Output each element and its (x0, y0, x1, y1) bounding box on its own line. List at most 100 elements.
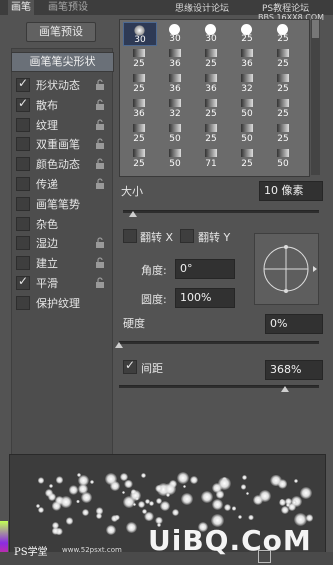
option-checkbox[interactable] (16, 216, 30, 231)
option-checkbox[interactable] (16, 117, 30, 132)
preview-dot (49, 483, 54, 488)
brush-tip-cell[interactable]: 36 (231, 47, 263, 69)
brush-option-item[interactable]: 形状动态 (16, 76, 110, 94)
brush-option-item[interactable]: 颜色动态 (16, 155, 110, 173)
grid-icon[interactable] (258, 550, 271, 563)
brush-grid-scrollbar[interactable] (311, 19, 320, 175)
flip-y-checkbox[interactable] (180, 229, 194, 243)
brush-tip-cell[interactable]: 25 (195, 97, 227, 119)
option-checkbox[interactable] (16, 137, 30, 152)
brush-tip-cell[interactable]: 25 (231, 22, 263, 44)
brush-size-label: 25 (205, 109, 217, 119)
hardness-field[interactable]: 0% (265, 314, 323, 334)
option-checkbox[interactable] (16, 177, 30, 191)
angle-roundness-widget[interactable] (254, 233, 319, 305)
lock-icon[interactable] (95, 79, 105, 90)
brush-tip-cell[interactable]: 36 (195, 72, 227, 94)
lock-icon[interactable] (95, 237, 105, 249)
brush-option-item[interactable]: 传递 (16, 175, 110, 193)
brush-tip-cell[interactable]: 30 (159, 22, 191, 44)
lock-icon[interactable] (95, 178, 105, 189)
angle-field[interactable]: 0° (175, 259, 235, 279)
brush-option-item[interactable]: 保护纹理 (16, 294, 110, 312)
lock-icon[interactable] (95, 99, 105, 110)
lock-icon[interactable] (95, 138, 105, 150)
brush-option-item[interactable]: 湿边 (16, 234, 110, 252)
brush-option-item[interactable]: 平滑 (16, 274, 110, 292)
brush-tip-cell[interactable]: 50 (159, 122, 191, 144)
preview-dot (237, 514, 242, 519)
brush-option-item[interactable]: 杂色 (16, 215, 110, 233)
brush-tip-cell[interactable]: 50 (231, 122, 263, 144)
lock-icon[interactable] (95, 119, 105, 130)
brush-tip-cell[interactable]: 25 (267, 97, 299, 119)
brush-size-label: 25 (241, 34, 253, 44)
preview-dot (215, 489, 225, 499)
preview-dot (55, 476, 64, 484)
brush-option-item[interactable]: 建立 (16, 254, 110, 272)
brush-tip-cell[interactable]: 30 (195, 22, 227, 44)
roundness-field[interactable]: 100% (175, 288, 235, 308)
scrollbar-thumb[interactable] (312, 20, 319, 38)
preview-dot (82, 508, 90, 516)
hardness-slider-knob[interactable] (115, 342, 123, 348)
hardness-slider-track[interactable] (119, 341, 319, 344)
brush-tip-cell[interactable]: 25 (123, 122, 155, 144)
brush-option-item[interactable]: 双重画笔 (16, 135, 110, 153)
spacing-checkbox[interactable] (123, 358, 137, 374)
preview-dot (245, 492, 249, 496)
brush-tip-cell[interactable]: 25 (195, 47, 227, 69)
brush-tip-cell[interactable]: 25 (195, 122, 227, 144)
option-checkbox[interactable] (16, 295, 30, 310)
flip-y-label: 翻转 Y (198, 231, 231, 244)
brush-tip-cell[interactable]: 50 (231, 97, 263, 119)
brush-option-item[interactable]: 纹理 (16, 116, 110, 134)
brush-option-item[interactable]: 散布 (16, 96, 110, 114)
tab-brush-presets[interactable]: 画笔预设 (45, 0, 91, 15)
brush-tip-cell[interactable]: 32 (159, 97, 191, 119)
brush-tip-cell[interactable]: 36 (123, 97, 155, 119)
size-field[interactable]: 10 像素 (259, 181, 323, 201)
brush-tip-shape-button[interactable]: 画笔笔尖形状 (11, 52, 114, 72)
lock-icon[interactable] (95, 257, 105, 269)
brush-tip-cell[interactable]: 25 (231, 147, 263, 169)
brush-tip-cell[interactable]: 71 (195, 147, 227, 169)
brush-tip-cell[interactable]: 25 (267, 47, 299, 69)
brush-tip-cell[interactable]: 36 (159, 72, 191, 94)
option-checkbox[interactable] (16, 96, 30, 112)
brush-tip-cell[interactable]: 30 (123, 22, 157, 46)
option-checkbox[interactable] (16, 256, 30, 271)
lock-icon[interactable] (95, 277, 105, 288)
brush-tip-cell[interactable]: 50 (159, 147, 191, 169)
brush-tip-icon (169, 74, 181, 82)
brush-tip-cell[interactable]: 25 (267, 122, 299, 144)
brush-tip-cell[interactable]: 36 (159, 47, 191, 69)
brush-tip-cell[interactable]: 25 (123, 72, 155, 94)
brush-tip-cell[interactable]: 25 (267, 22, 299, 44)
size-slider-track[interactable] (123, 210, 319, 213)
spacing-slider-knob[interactable] (281, 386, 289, 392)
option-checkbox[interactable] (16, 274, 30, 290)
option-checkbox[interactable] (16, 157, 30, 172)
lock-icon[interactable] (95, 158, 105, 170)
brush-tip-cell[interactable]: 25 (267, 72, 299, 94)
brush-presets-button[interactable]: 画笔预设 (26, 22, 96, 42)
brush-option-item[interactable]: 画笔笔势 (16, 195, 110, 213)
brush-size-label: 25 (133, 159, 145, 169)
brush-tip-cell[interactable]: 50 (267, 147, 299, 169)
option-checkbox[interactable] (16, 196, 30, 211)
spacing-slider-track[interactable] (119, 385, 319, 388)
brush-size-label: 30 (134, 35, 146, 45)
option-checkbox[interactable] (16, 76, 30, 92)
option-label: 画笔笔势 (36, 197, 80, 211)
brush-tip-cell[interactable]: 32 (231, 72, 263, 94)
brush-tip-cell[interactable]: 25 (123, 47, 155, 69)
option-checkbox[interactable] (16, 236, 30, 251)
tab-brush[interactable]: 画笔 (8, 0, 34, 15)
preview-dot (95, 506, 104, 515)
brush-tip-cell[interactable]: 25 (123, 147, 155, 169)
spacing-field[interactable]: 368% (265, 360, 323, 380)
size-slider-knob[interactable] (128, 211, 137, 217)
flip-x-checkbox[interactable] (123, 229, 137, 243)
brush-tip-icon (241, 149, 253, 157)
